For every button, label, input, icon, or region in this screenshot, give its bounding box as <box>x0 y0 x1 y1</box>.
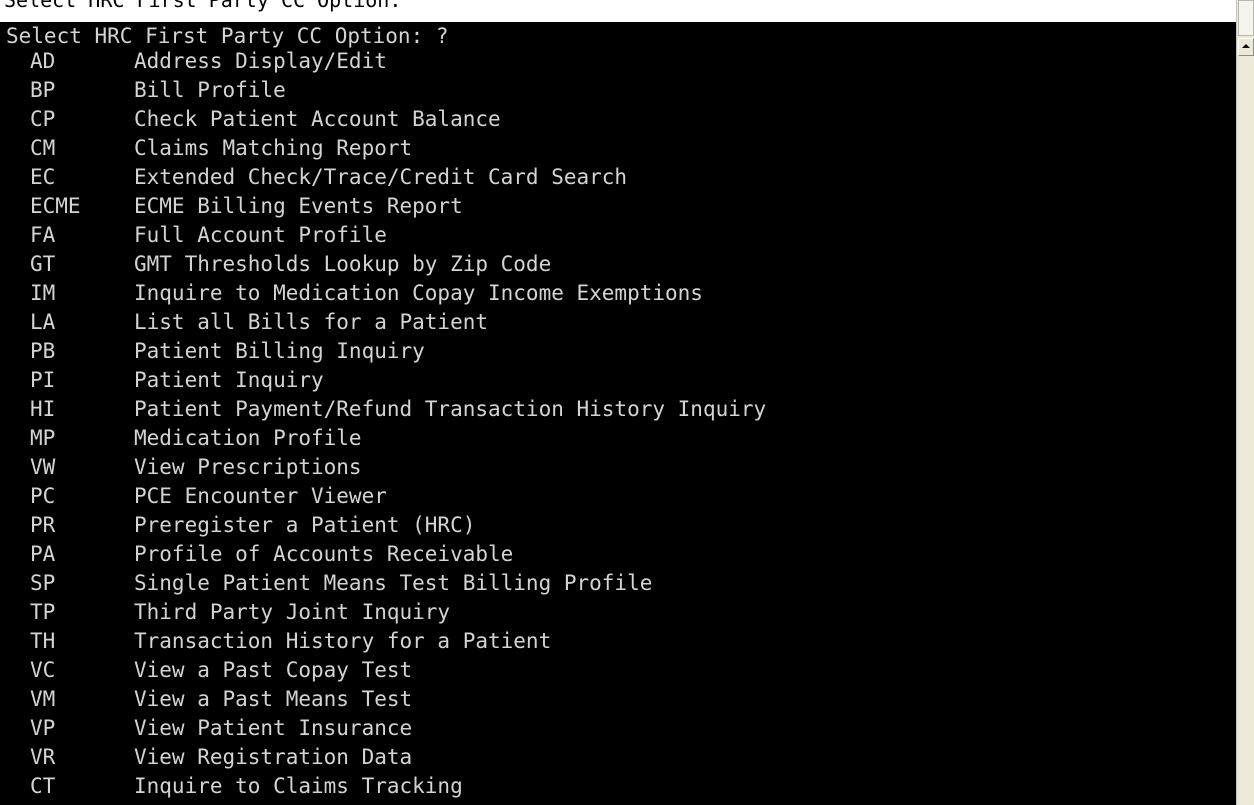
option-label: Bill Profile <box>134 78 286 102</box>
option-code: VR <box>30 745 56 769</box>
option-code: PC <box>30 484 56 508</box>
scroll-thumb[interactable] <box>1238 0 1254 36</box>
terminal-window: Select HRC First Party CC Option: Select… <box>0 0 1254 805</box>
previous-output-strip: Select HRC First Party CC Option: <box>0 0 1236 22</box>
option-label: Claims Matching Report <box>134 136 413 160</box>
option-label: Inquire to Medication Copay Income Exemp… <box>134 281 703 305</box>
option-label: Patient Inquiry <box>134 368 324 392</box>
option-label: Transaction History for a Patient <box>134 629 552 653</box>
option-label: Single Patient Means Test Billing Profil… <box>134 571 653 595</box>
option-code: PA <box>30 542 56 566</box>
option-label: GMT Thresholds Lookup by Zip Code <box>134 252 552 276</box>
option-code: SP <box>30 571 56 595</box>
option-label: View a Past Means Test <box>134 687 413 711</box>
option-code: PR <box>30 513 56 537</box>
option-label: Extended Check/Trace/Credit Card Search <box>134 165 628 189</box>
option-code: FA <box>30 223 56 247</box>
option-code: CP <box>30 107 56 131</box>
option-label: Patient Payment/Refund Transaction Histo… <box>134 397 767 421</box>
scroll-up-arrow-icon <box>1242 44 1250 48</box>
vertical-scrollbar[interactable] <box>1236 0 1254 805</box>
option-label: Profile of Accounts Receivable <box>134 542 514 566</box>
option-code: EC <box>30 165 56 189</box>
option-label: Preregister a Patient (HRC) <box>134 513 476 537</box>
option-code: HI <box>30 397 56 421</box>
option-code: TH <box>30 629 56 653</box>
option-label: View a Past Copay Test <box>134 658 413 682</box>
option-code: IM <box>30 281 56 305</box>
scroll-up-button[interactable] <box>1238 38 1254 56</box>
previous-output-text: Select HRC First Party CC Option: <box>4 0 402 12</box>
option-label: Address Display/Edit <box>134 49 387 73</box>
option-code: PB <box>30 339 56 363</box>
option-label: Third Party Joint Inquiry <box>134 600 451 624</box>
option-code: LA <box>30 310 56 334</box>
terminal-screen[interactable]: Select HRC First Party CC Option: ? AD Ad… <box>0 22 1236 805</box>
option-label: View Registration Data <box>134 745 413 769</box>
option-label: Inquire to Claims Tracking <box>134 774 463 798</box>
option-label: View Patient Insurance <box>134 716 413 740</box>
option-label: PCE Encounter Viewer <box>134 484 387 508</box>
option-code: VM <box>30 687 56 711</box>
option-label: ECME Billing Events Report <box>134 194 463 218</box>
option-code: ECME <box>30 194 81 218</box>
option-code: VC <box>30 658 56 682</box>
option-label: Patient Billing Inquiry <box>134 339 425 363</box>
option-code: VP <box>30 716 56 740</box>
option-code: MP <box>30 426 56 450</box>
option-code: GT <box>30 252 56 276</box>
option-label: View Prescriptions <box>134 455 362 479</box>
option-label: Check Patient Account Balance <box>134 107 501 131</box>
option-code: TP <box>30 600 56 624</box>
option-label: Medication Profile <box>134 426 362 450</box>
option-code: CT <box>30 774 56 798</box>
option-prompt: Select HRC First Party CC Option: ? <box>6 24 449 48</box>
option-code: AD <box>30 49 56 73</box>
option-code: CM <box>30 136 56 160</box>
option-code: VW <box>30 455 56 479</box>
option-label: List all Bills for a Patient <box>134 310 489 334</box>
option-code: BP <box>30 78 56 102</box>
option-code: PI <box>30 368 56 392</box>
option-label: Full Account Profile <box>134 223 387 247</box>
